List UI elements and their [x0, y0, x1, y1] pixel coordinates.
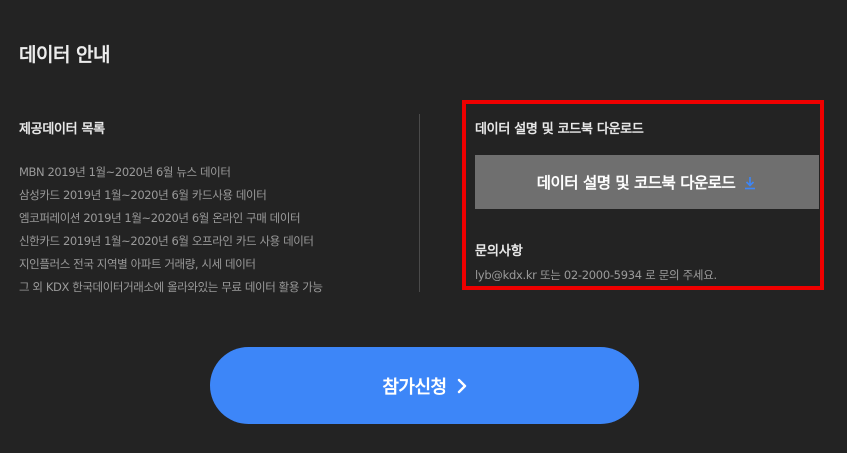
download-title: 데이터 설명 및 코드북 다운로드: [475, 122, 644, 137]
download-column: 데이터 설명 및 코드북 다운로드 데이터 설명 및 코드북 다운로드 문의사항…: [475, 118, 820, 282]
download-button-label: 데이터 설명 및 코드북 다운로드: [536, 174, 736, 192]
inquiry-title: 문의사항: [475, 244, 523, 259]
list-item: 신한카드 2019년 1월~2020년 6월 오프라인 카드 사용 데이터: [19, 234, 314, 248]
section-title: 데이터 안내: [19, 44, 111, 66]
download-icon: [743, 175, 757, 190]
list-item: MBN 2019년 1월~2020년 6월 뉴스 데이터: [19, 165, 231, 179]
apply-button-label: 참가신청: [382, 376, 447, 398]
column-divider: [419, 114, 420, 292]
list-item: 삼성카드 2019년 1월~2020년 6월 카드사용 데이터: [19, 188, 267, 202]
list-item: 엠코퍼레이션 2019년 1월~2020년 6월 온라인 구매 데이터: [19, 211, 301, 225]
apply-button[interactable]: 참가신청: [210, 347, 639, 424]
chevron-right-icon: [457, 378, 467, 394]
list-item: 지인플러스 전국 지역별 아파트 거래량, 시세 데이터: [19, 257, 256, 271]
download-codebook-button[interactable]: 데이터 설명 및 코드북 다운로드: [475, 155, 819, 209]
list-item: 그 외 KDX 한국데이터거래소에 올라와있는 무료 데이터 활용 가능: [19, 280, 323, 294]
inquiry-contact-text: lyb@kdx.kr 또는 02-2000-5934 로 문의 주세요.: [475, 268, 717, 282]
provided-data-list: MBN 2019년 1월~2020년 6월 뉴스 데이터 삼성카드 2019년 …: [19, 161, 399, 299]
provided-data-column: 제공데이터 목록 MBN 2019년 1월~2020년 6월 뉴스 데이터 삼성…: [19, 118, 399, 299]
provided-data-title: 제공데이터 목록: [19, 122, 105, 137]
